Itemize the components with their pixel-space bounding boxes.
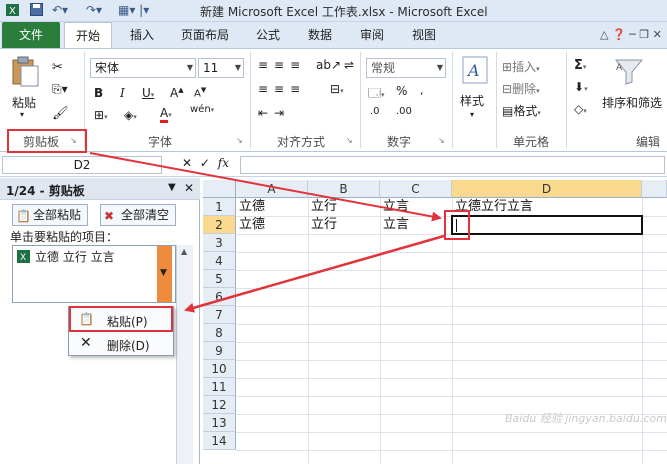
- annotation-arrows: [89, 152, 445, 313]
- watermark: Baidu 经验 jingyan.baidu.com: [505, 412, 667, 425]
- arrow-cell-to-paste: [184, 234, 445, 313]
- arrow-clipboard-to-cell: [89, 152, 442, 222]
